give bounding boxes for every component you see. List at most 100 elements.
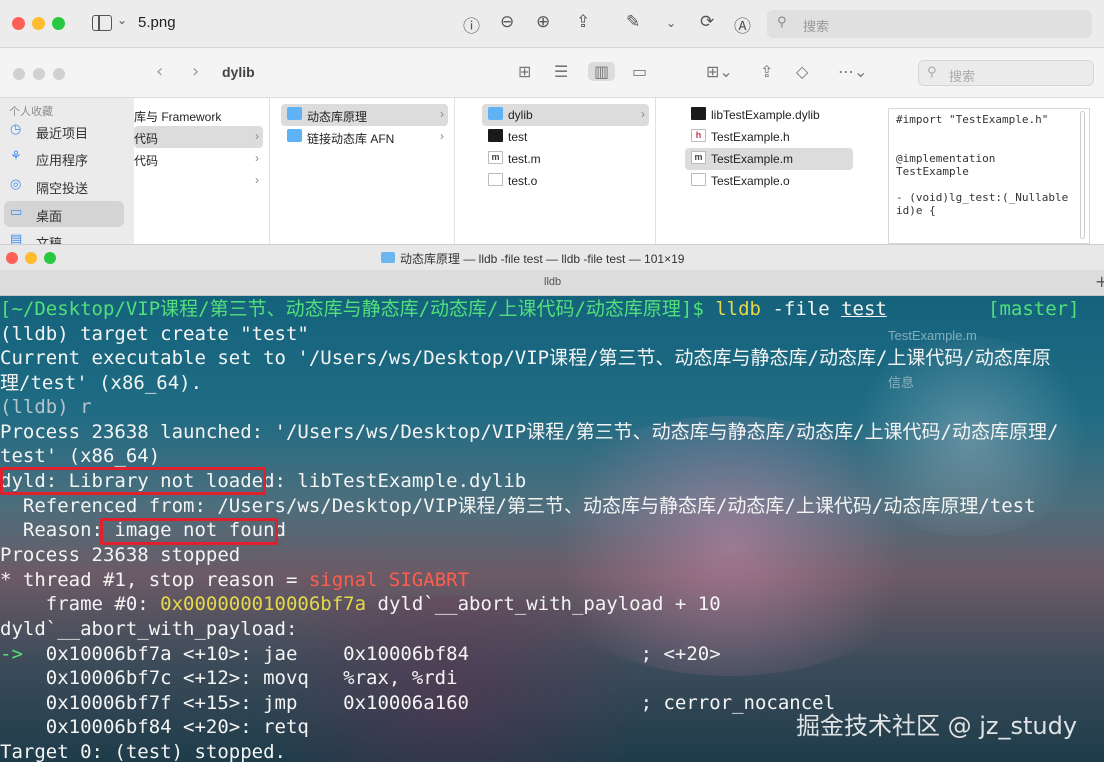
terminal-line-3: Current executable set to '/Users/ws/Des… bbox=[0, 347, 1051, 369]
list-item[interactable]: 库与 Framework bbox=[134, 104, 263, 126]
folder-icon bbox=[287, 129, 302, 142]
window-title: 5.png bbox=[138, 14, 176, 31]
zoom-in-icon[interactable]: ⊕ bbox=[536, 12, 550, 32]
chevron-right-icon: › bbox=[440, 107, 444, 121]
chevron-right-icon: › bbox=[255, 151, 259, 165]
search-icon: ⚲ bbox=[927, 65, 937, 80]
chevron-right-icon: › bbox=[255, 129, 259, 143]
terminal-line-5: (lldb) r bbox=[0, 396, 92, 418]
share-icon[interactable]: ⇪ bbox=[760, 62, 773, 81]
chevron-down-icon[interactable]: ⌄ bbox=[117, 13, 127, 27]
chevron-right-icon: › bbox=[440, 129, 444, 143]
search-field[interactable]: ⚲ 搜索 bbox=[767, 10, 1092, 38]
executable-icon bbox=[488, 129, 503, 142]
sidebar-item-airdrop[interactable]: ◎ 隔空投送 bbox=[4, 173, 124, 199]
more-actions-icon[interactable]: ⋯⌄ bbox=[838, 62, 867, 81]
terminal-line-18: 0x10006bf84 <+20>: retq bbox=[0, 716, 309, 738]
rotate-icon[interactable]: ⟳ bbox=[700, 12, 714, 32]
terminal-line-4: 理/test' (x86_64). bbox=[0, 372, 203, 394]
command-lldb: lldb bbox=[715, 298, 761, 320]
git-branch: [master] bbox=[988, 298, 1080, 320]
minimize-button[interactable] bbox=[25, 252, 37, 264]
list-item[interactable]: test.o bbox=[482, 170, 649, 192]
finder-title: dylib bbox=[222, 64, 255, 80]
command-arg: test bbox=[841, 298, 887, 320]
info-icon[interactable]: ⓘ bbox=[463, 12, 480, 37]
minimize-button[interactable] bbox=[33, 68, 45, 80]
terminal-line-11: Process 23638 stopped bbox=[0, 544, 241, 566]
watermark: 掘金技术社区 @ jz_study bbox=[796, 712, 1078, 740]
list-view-icon[interactable]: ☰ bbox=[554, 62, 568, 81]
sidebar-item-desktop[interactable]: ▭ 桌面 bbox=[4, 201, 124, 227]
preview-code: #import "TestExample.h" @implementation … bbox=[896, 113, 1069, 217]
list-item[interactable]: libTestExample.dylib bbox=[685, 104, 873, 126]
new-tab-icon[interactable]: + bbox=[1095, 272, 1104, 291]
chevron-down-icon[interactable]: ⌄ bbox=[666, 16, 676, 30]
forward-icon[interactable]: › bbox=[192, 61, 199, 82]
column-view-icon[interactable]: ▥ bbox=[588, 62, 616, 81]
share-icon[interactable]: ⇪ bbox=[576, 12, 590, 32]
finder-search-field[interactable]: ⚲ 搜索 bbox=[918, 60, 1094, 86]
list-item[interactable]: h TestExample.h bbox=[685, 126, 873, 148]
scrollbar[interactable] bbox=[1080, 111, 1085, 239]
list-item[interactable]: › bbox=[134, 170, 263, 192]
zoom-button[interactable] bbox=[44, 252, 56, 264]
terminal-line-19: Target 0: (test) stopped. bbox=[0, 741, 286, 762]
finder-toolbar: ‹ › dylib ⊞ ☰ ▥ ▭ ⊞⌄ ⇪ ◇ ⋯⌄ ⚲ 搜索 bbox=[0, 48, 1104, 98]
sidebar-toggle-icon[interactable] bbox=[92, 15, 112, 31]
group-icon[interactable]: ⊞⌄ bbox=[706, 62, 733, 81]
search-placeholder: 搜索 bbox=[803, 19, 830, 34]
zoom-out-icon[interactable]: ⊖ bbox=[500, 12, 514, 32]
close-button[interactable] bbox=[13, 68, 25, 80]
stop-reason: signal SIGABRT bbox=[308, 569, 470, 591]
objc-file-icon: m bbox=[488, 151, 503, 164]
finder-column-1: 库与 Framework 代码 › 代码 › › bbox=[134, 98, 270, 244]
terminal-output[interactable]: TestExample.m 信息 [~/Desktop/VIP课程/第三节、动态… bbox=[0, 296, 1104, 762]
ghost-text: 信息 bbox=[888, 375, 915, 390]
search-icon: ⚲ bbox=[777, 15, 787, 30]
terminal-tab-bar: lldb + bbox=[0, 270, 1104, 296]
list-item[interactable]: 动态库原理 › bbox=[281, 104, 448, 126]
list-item[interactable]: TestExample.o bbox=[685, 170, 873, 192]
icon-view-icon[interactable]: ⊞ bbox=[518, 62, 531, 81]
tag-icon[interactable]: ◇ bbox=[796, 62, 808, 81]
annotate-icon[interactable]: Ⓐ bbox=[734, 12, 751, 37]
list-item[interactable]: m TestExample.m bbox=[685, 148, 853, 170]
header-file-icon: h bbox=[691, 129, 706, 142]
folder-icon bbox=[488, 107, 503, 120]
close-button[interactable] bbox=[6, 252, 18, 264]
list-item[interactable]: 链接动态库 AFN › bbox=[281, 126, 448, 148]
airdrop-icon: ◎ bbox=[10, 177, 22, 192]
terminal-window-title: 动态库原理 — lldb -file test — lldb -file tes… bbox=[400, 252, 685, 266]
object-file-icon bbox=[488, 173, 503, 186]
zoom-button[interactable] bbox=[53, 68, 65, 80]
zoom-button[interactable] bbox=[52, 17, 65, 30]
chevron-right-icon: › bbox=[641, 107, 645, 121]
sidebar-item-recents[interactable]: ◷ 最近项目 bbox=[4, 118, 124, 144]
sidebar-item-applications[interactable]: ⚘ 应用程序 bbox=[4, 145, 124, 171]
list-item[interactable]: dylib › bbox=[482, 104, 649, 126]
frame-address: 0x000000010006bf7a bbox=[160, 593, 367, 615]
terminal-line-2: (lldb) target create "test" bbox=[0, 323, 309, 345]
markup-pen-icon[interactable]: ✎ bbox=[626, 12, 640, 32]
apps-icon: ⚘ bbox=[10, 149, 22, 164]
finder-column-3: dylib › test m test.m test.o bbox=[476, 98, 656, 244]
list-item[interactable]: m test.m bbox=[482, 148, 649, 170]
terminal-line-16: 0x10006bf7c <+12>: movq %rax, %rdi bbox=[0, 667, 458, 689]
minimize-button[interactable] bbox=[32, 17, 45, 30]
gallery-view-icon[interactable]: ▭ bbox=[632, 62, 647, 81]
list-item[interactable]: 代码 › bbox=[134, 126, 263, 148]
list-item[interactable]: test bbox=[482, 126, 649, 148]
dylib-file-icon bbox=[691, 107, 706, 120]
close-button[interactable] bbox=[12, 17, 25, 30]
tab-lldb[interactable]: lldb bbox=[544, 276, 561, 288]
list-item[interactable]: 代码 › bbox=[134, 148, 263, 170]
terminal-titlebar: 动态库原理 — lldb -file test — lldb -file tes… bbox=[0, 244, 1104, 270]
terminal-line-9: Referenced from: /Users/ws/Desktop/VIP课程… bbox=[0, 495, 1036, 517]
folder-icon bbox=[287, 107, 302, 120]
back-icon[interactable]: ‹ bbox=[156, 61, 163, 82]
shell-prompt: [~/Desktop/VIP课程/第三节、动态库与静态库/动态库/上课代码/动态… bbox=[0, 298, 704, 320]
current-instruction-arrow: -> bbox=[0, 643, 23, 665]
terminal-line-1: [~/Desktop/VIP课程/第三节、动态库与静态库/动态库/上课代码/动态… bbox=[0, 298, 887, 320]
terminal-line-7: test' (x86_64) bbox=[0, 445, 161, 467]
